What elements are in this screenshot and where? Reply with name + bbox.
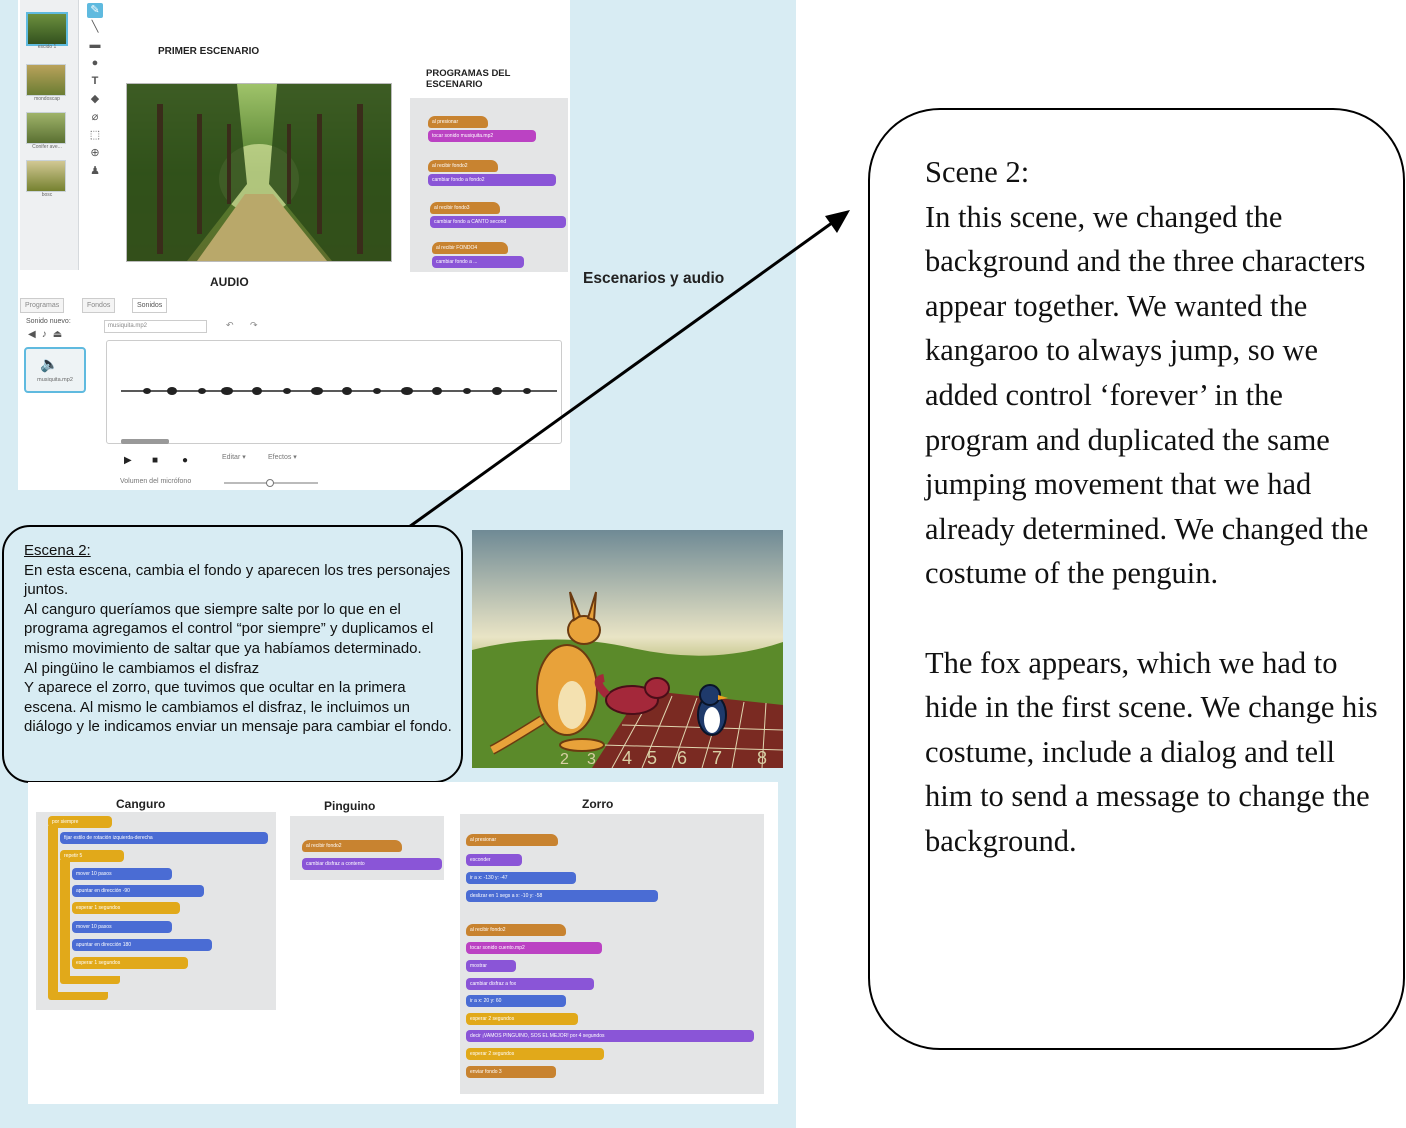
callout-en-para2: The fox appears, which we had to hide in… <box>925 645 1378 858</box>
switch-costume-block[interactable]: cambiar disfraz a fox <box>466 978 594 990</box>
say-for-secs-block[interactable]: decir ¡VAMOS PINGUINO, SOS EL MEJOR! por… <box>466 1030 754 1042</box>
callout-en-para1: In this scene, we changed the background… <box>925 199 1369 591</box>
wait-block[interactable]: esperar 2 segundos <box>466 1013 578 1025</box>
kangaroo-title: Canguro <box>116 797 166 811</box>
switch-costume-block[interactable]: cambiar disfraz a contento <box>302 858 442 870</box>
callout-en-title: Scene 2: <box>925 155 1030 189</box>
wait-block[interactable]: esperar 1 segundos <box>72 957 188 969</box>
track-number: 6 <box>677 748 687 768</box>
penguin-title: Pinguino <box>324 799 376 813</box>
callout-english: Scene 2: In this scene, we changed the b… <box>868 108 1405 1050</box>
point-direction-block[interactable]: apuntar en dirección 180 <box>72 939 212 951</box>
repeat-arm <box>60 860 70 976</box>
go-to-block[interactable]: ir a x: -130 y: -47 <box>466 872 576 884</box>
track-number: 8 <box>757 748 767 768</box>
when-flag-clicked-block[interactable]: al presionar <box>466 834 558 846</box>
wait-block[interactable]: esperar 1 segundos <box>72 902 180 914</box>
point-direction-block[interactable]: apuntar en dirección -90 <box>72 885 204 897</box>
repeat-end <box>60 976 120 984</box>
scene-2-image: 2 3 4 5 6 7 8 <box>472 530 783 768</box>
forever-arm <box>48 826 58 996</box>
play-sound-block[interactable]: tocar sonido cuento.mp2 <box>466 942 602 954</box>
fox-script-area: al presionar esconder ir a x: -130 y: -4… <box>460 814 764 1094</box>
callout-es-title: Escena 2: <box>24 542 91 559</box>
track-number: 3 <box>587 751 596 768</box>
fox-title: Zorro <box>582 797 614 811</box>
move-block[interactable]: mover 10 pasos <box>72 868 172 880</box>
track-number: 7 <box>712 748 722 768</box>
scene-illustration: 2 3 4 5 6 7 8 <box>472 530 783 768</box>
sprite-programs-panel: Canguro Pinguino Zorro por siempre fijar… <box>28 782 778 1104</box>
when-receive-block[interactable]: al recibir fondo2 <box>302 840 402 852</box>
move-block[interactable]: mover 10 pasos <box>72 921 172 933</box>
track-number: 4 <box>622 748 632 768</box>
forever-end <box>48 992 108 1000</box>
broadcast-block[interactable]: enviar fondo 3 <box>466 1066 556 1078</box>
rotation-style-block[interactable]: fijar estilo de rotación izquierda-derec… <box>60 832 268 844</box>
penguin-script-area: al recibir fondo2 cambiar disfraz a cont… <box>290 816 444 880</box>
glide-block[interactable]: deslizar en 1 segs a x: -10 y: -58 <box>466 890 658 902</box>
hide-block[interactable]: esconder <box>466 854 522 866</box>
when-receive-block[interactable]: al recibir fondo2 <box>466 924 566 936</box>
wait-block[interactable]: esperar 2 segundos <box>466 1048 604 1060</box>
callout-spanish: Escena 2: En esta escena, cambia el fond… <box>2 525 463 783</box>
arrow-icon <box>825 210 850 233</box>
go-to-block[interactable]: ir a x: 20 y: 60 <box>466 995 566 1007</box>
callout-es-body: En esta escena, cambia el fondo y aparec… <box>24 561 452 736</box>
track-number: 2 <box>560 751 569 768</box>
track-number: 5 <box>647 748 657 768</box>
show-block[interactable]: mostrar <box>466 960 516 972</box>
kangaroo-script-area: por siempre fijar estilo de rotación izq… <box>36 812 276 1010</box>
